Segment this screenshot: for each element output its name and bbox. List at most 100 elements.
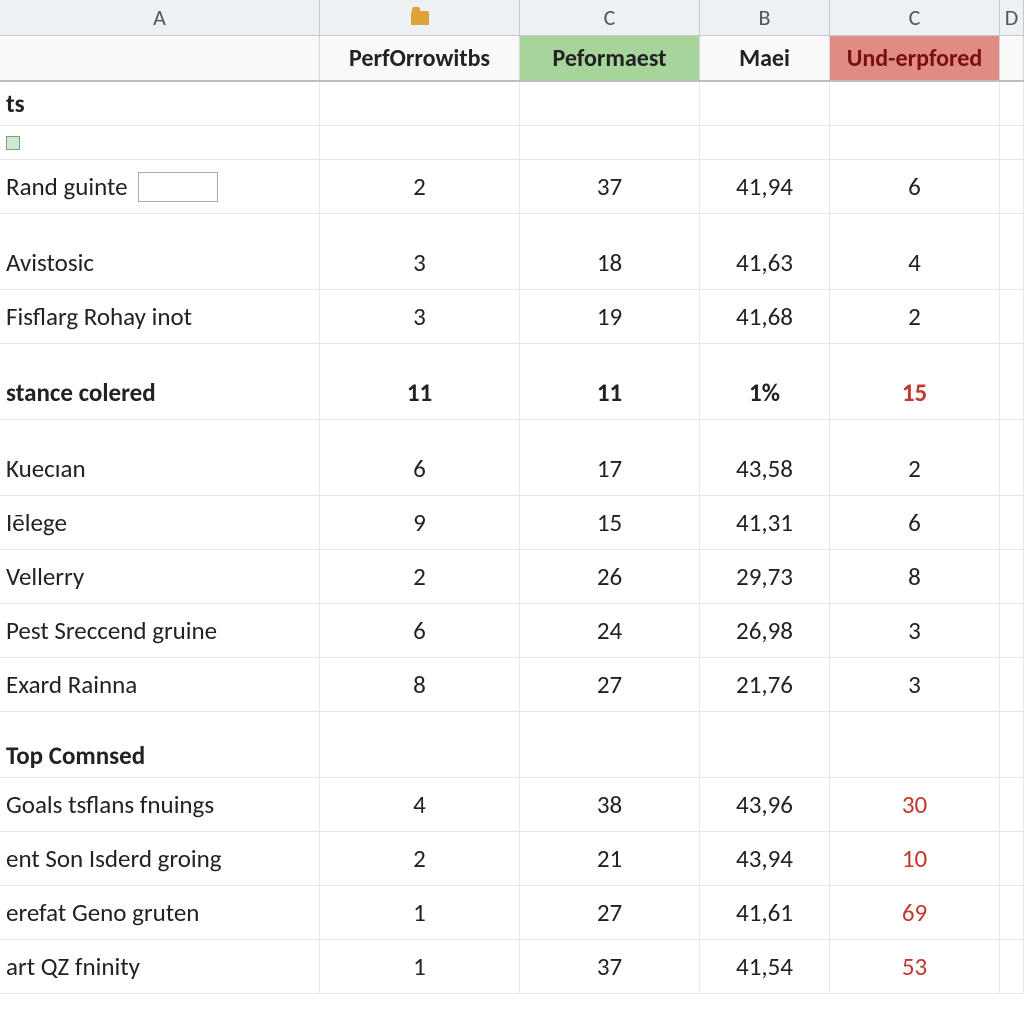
cell-value[interactable]: 3 (830, 658, 1000, 711)
section-header[interactable]: ts (0, 82, 320, 125)
row-label-text: Avistosic (6, 247, 94, 278)
row-label-text: ent Son Isderd groing (6, 843, 222, 874)
row-label[interactable]: Exard Rainna (0, 658, 320, 711)
cell-value[interactable]: 21 (520, 832, 700, 885)
field-head-underpfored[interactable]: Und-erpfored (830, 36, 1000, 80)
col-letter-b-folder[interactable] (320, 0, 520, 35)
field-head-last[interactable] (1000, 36, 1024, 80)
row-label[interactable]: Pest Sreccend gruine (0, 604, 320, 657)
row-label-text: Pest Sreccend gruine (6, 615, 217, 646)
col-letter-d[interactable]: D (1000, 0, 1024, 35)
cell-value[interactable]: 26 (520, 550, 700, 603)
inline-input[interactable] (138, 172, 218, 202)
cell-value[interactable]: 41,31 (700, 496, 830, 549)
cell-value[interactable]: 2 (320, 550, 520, 603)
field-head-maei[interactable]: Maei (700, 36, 830, 80)
cell-value[interactable]: 41,54 (700, 940, 830, 993)
column-letter-row: A C B C D (0, 0, 1024, 36)
cell-value[interactable]: 27 (520, 658, 700, 711)
cell-value[interactable]: 41,94 (700, 160, 830, 213)
cell-value[interactable]: 26,98 (700, 604, 830, 657)
table-row: Exard Rainna 82721,763 (0, 658, 1024, 712)
table-body: ts Rand guinte23741,946Avistosic31841,63… (0, 82, 1024, 994)
field-head-peformaest[interactable]: Peformaest (520, 36, 700, 80)
row-label-text: Iēlege (6, 507, 67, 538)
row-label[interactable]: Iēlege (0, 496, 320, 549)
cell-value[interactable]: 69 (830, 886, 1000, 939)
cell-value[interactable]: 43,58 (700, 442, 830, 495)
table-row: Vellerry 22629,738 (0, 550, 1024, 604)
cell-value[interactable]: 11 (520, 366, 700, 419)
cell-value[interactable]: 37 (520, 940, 700, 993)
row-label[interactable]: Goals tsflans fnuings (0, 778, 320, 831)
table-row (0, 420, 1024, 442)
cell-value[interactable]: 4 (320, 778, 520, 831)
cell-value[interactable]: 3 (830, 604, 1000, 657)
cell-value[interactable]: 3 (320, 236, 520, 289)
section-header[interactable]: Top Comnsed (0, 734, 320, 777)
cell-value[interactable]: 9 (320, 496, 520, 549)
cell-value[interactable]: 41,61 (700, 886, 830, 939)
cell-value[interactable]: 10 (830, 832, 1000, 885)
row-label[interactable]: Fisflarg Rohay inot (0, 290, 320, 343)
folder-icon (411, 11, 429, 25)
row-label[interactable]: ent Son Isderd groing (0, 832, 320, 885)
cell-value[interactable]: 2 (830, 442, 1000, 495)
cell-value[interactable]: 2 (320, 160, 520, 213)
cell-value[interactable]: 30 (830, 778, 1000, 831)
cell-value[interactable]: 3 (320, 290, 520, 343)
row-label[interactable]: erefat Geno gruten (0, 886, 320, 939)
col-letter-c1[interactable]: C (520, 0, 700, 35)
table-row: art QZ fninity13741,5453 (0, 940, 1024, 994)
cell-value[interactable]: 24 (520, 604, 700, 657)
cell-value[interactable]: 1% (700, 366, 830, 419)
cell-value[interactable]: 19 (520, 290, 700, 343)
cell-value[interactable]: 27 (520, 886, 700, 939)
row-label[interactable]: Rand guinte (0, 160, 320, 213)
table-row: erefat Geno gruten12741,6169 (0, 886, 1024, 940)
section-header[interactable]: stance colered (0, 366, 320, 419)
col-letter-c2[interactable]: C (830, 0, 1000, 35)
table-row (0, 214, 1024, 236)
cell-value[interactable]: 17 (520, 442, 700, 495)
row-label-text: Vellerry (6, 561, 84, 592)
cell-value[interactable]: 15 (520, 496, 700, 549)
cell-value[interactable]: 6 (830, 496, 1000, 549)
row-label[interactable]: Kuecıan (0, 442, 320, 495)
cell-value[interactable]: 41,68 (700, 290, 830, 343)
icon-cell[interactable] (0, 126, 320, 159)
cell-value[interactable]: 1 (320, 886, 520, 939)
cell-value[interactable]: 2 (320, 832, 520, 885)
row-label[interactable]: art QZ fninity (0, 940, 320, 993)
cell-value[interactable]: 11 (320, 366, 520, 419)
cell-value[interactable]: 1 (320, 940, 520, 993)
col-letter-b2[interactable]: B (700, 0, 830, 35)
cell-value[interactable]: 15 (830, 366, 1000, 419)
col-letter-a[interactable]: A (0, 0, 320, 35)
table-row: Top Comnsed (0, 734, 1024, 778)
cell-value[interactable]: 6 (830, 160, 1000, 213)
cell-value[interactable]: 6 (320, 442, 520, 495)
row-label-text: Exard Rainna (6, 669, 137, 700)
field-head-blank[interactable] (0, 36, 320, 80)
table-row: Fisflarg Rohay inot31941,682 (0, 290, 1024, 344)
cell-value[interactable]: 21,76 (700, 658, 830, 711)
table-row: ent Son Isderd groing 22143,9410 (0, 832, 1024, 886)
cell-value[interactable]: 38 (520, 778, 700, 831)
cell-value[interactable]: 53 (830, 940, 1000, 993)
cell-value[interactable]: 8 (320, 658, 520, 711)
cell-value[interactable]: 29,73 (700, 550, 830, 603)
cell-value[interactable]: 37 (520, 160, 700, 213)
cell-value[interactable]: 41,63 (700, 236, 830, 289)
cell-value[interactable]: 18 (520, 236, 700, 289)
row-label[interactable]: Vellerry (0, 550, 320, 603)
cell-value[interactable]: 6 (320, 604, 520, 657)
cell-value[interactable]: 8 (830, 550, 1000, 603)
row-label[interactable]: Avistosic (0, 236, 320, 289)
table-row: Rand guinte23741,946 (0, 160, 1024, 214)
cell-value[interactable]: 43,94 (700, 832, 830, 885)
cell-value[interactable]: 43,96 (700, 778, 830, 831)
cell-value[interactable]: 4 (830, 236, 1000, 289)
field-head-perforrowitbs[interactable]: PerfOrrowitbs (320, 36, 520, 80)
cell-value[interactable]: 2 (830, 290, 1000, 343)
